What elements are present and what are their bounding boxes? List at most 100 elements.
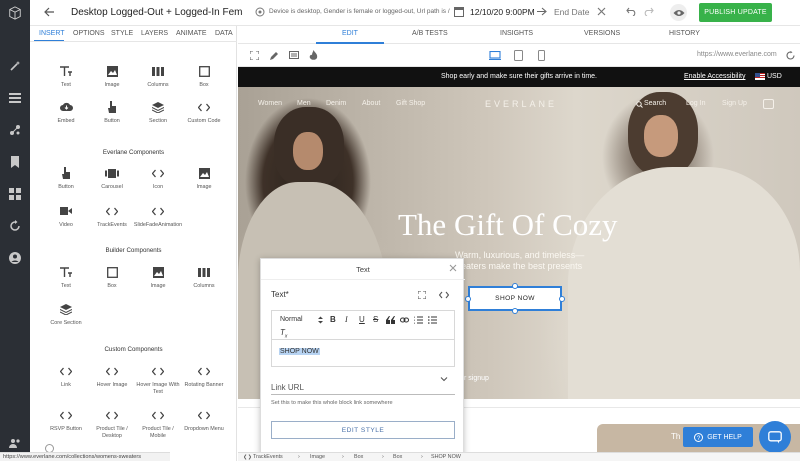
- nav-denim[interactable]: Denim: [326, 100, 346, 107]
- clear-date-icon[interactable]: [597, 7, 606, 16]
- end-date-field[interactable]: End Date: [554, 7, 589, 17]
- editor-content[interactable]: SHOP NOW: [279, 348, 320, 355]
- italic-icon[interactable]: I: [345, 315, 348, 324]
- get-help-button[interactable]: ? GET HELP: [683, 427, 753, 447]
- resize-handle-right[interactable]: [559, 296, 565, 302]
- hero-title[interactable]: The Gift Of Cozy: [398, 207, 618, 243]
- component-hover-image-with-text[interactable]: Hover Image With Text: [135, 364, 181, 396]
- tab-versions[interactable]: VERSIONS: [584, 30, 620, 37]
- nav-search[interactable]: Search: [644, 100, 666, 107]
- tab-history[interactable]: HISTORY: [669, 30, 700, 37]
- nav-men[interactable]: Men: [297, 100, 311, 107]
- tab-options[interactable]: OPTIONS: [73, 30, 105, 37]
- bold-icon[interactable]: B: [330, 315, 336, 324]
- component-link[interactable]: Link: [43, 364, 89, 389]
- chat-launcher-button[interactable]: [759, 421, 791, 453]
- component-section[interactable]: Section: [135, 100, 181, 125]
- start-date-field[interactable]: 12/10/20 9:00PM: [470, 7, 535, 17]
- team-icon[interactable]: [8, 436, 22, 450]
- tab-data[interactable]: DATA: [215, 30, 233, 37]
- keyboard-icon[interactable]: [289, 51, 299, 59]
- bookmark-icon[interactable]: [8, 155, 22, 169]
- undo-icon[interactable]: [626, 7, 637, 16]
- pencil-icon[interactable]: [270, 51, 279, 60]
- component-product-tile-mobile[interactable]: Product Tile / Mobile: [135, 408, 181, 440]
- preview-eye-icon[interactable]: [670, 4, 687, 21]
- nav-women[interactable]: Women: [258, 100, 282, 107]
- blockquote-icon[interactable]: [386, 316, 395, 324]
- extensions-icon[interactable]: [8, 187, 22, 201]
- component-track-events[interactable]: TrackEvents: [89, 204, 135, 229]
- component-columns[interactable]: Columns: [135, 64, 181, 89]
- desktop-view-icon[interactable]: [489, 51, 501, 60]
- component-custom-code[interactable]: Custom Code: [181, 100, 227, 125]
- component-icon[interactable]: Icon: [135, 166, 181, 191]
- rich-text-editor[interactable]: SHOP NOW: [271, 340, 455, 367]
- link-icon[interactable]: [400, 316, 409, 324]
- component-product-tile-desktop[interactable]: Product Tile / Desktop: [89, 408, 135, 440]
- clear-format-icon[interactable]: Tx: [280, 328, 287, 340]
- targeting-summary[interactable]: Device is desktop, Gender is female or l…: [269, 8, 450, 15]
- format-select[interactable]: Normal: [280, 316, 303, 323]
- magic-wand-icon[interactable]: [8, 59, 22, 73]
- component-dropdown-menu[interactable]: Dropdown Menu: [181, 408, 227, 433]
- ordered-list-icon[interactable]: [414, 316, 423, 324]
- accessibility-link[interactable]: Enable Accessibility: [684, 73, 745, 80]
- component-video[interactable]: Video: [43, 204, 89, 229]
- tab-style[interactable]: STYLE: [111, 30, 133, 37]
- tab-ab-tests[interactable]: A/B TESTS: [412, 30, 448, 37]
- breadcrumb-item[interactable]: Box: [354, 454, 363, 460]
- brand-logo[interactable]: EVERLANE: [485, 99, 557, 109]
- content-title[interactable]: Desktop Logged-Out + Logged-In Female I: [71, 7, 243, 18]
- breadcrumb-item[interactable]: TrackEvents: [253, 454, 283, 460]
- component-text[interactable]: Text: [43, 64, 89, 89]
- expand-editor-icon[interactable]: [418, 291, 426, 299]
- tab-insert[interactable]: INSERT: [39, 30, 65, 37]
- close-modal-icon[interactable]: [449, 264, 457, 272]
- tab-layers[interactable]: LAYERS: [141, 30, 168, 37]
- tab-edit[interactable]: EDIT: [342, 30, 358, 37]
- component-builder-columns[interactable]: Columns: [181, 265, 227, 290]
- account-icon[interactable]: [8, 251, 22, 265]
- redo-icon[interactable]: [643, 7, 654, 16]
- underline-icon[interactable]: U: [359, 315, 365, 324]
- tablet-view-icon[interactable]: [514, 50, 523, 61]
- component-slide-fade-animation[interactable]: SlideFadeAnimation: [130, 204, 186, 229]
- edit-style-button[interactable]: EDIT STYLE: [271, 421, 455, 439]
- sync-icon[interactable]: [8, 219, 22, 233]
- component-builder-image[interactable]: Image: [135, 265, 181, 290]
- breadcrumb-item-current[interactable]: SHOP NOW: [431, 454, 461, 460]
- list-icon[interactable]: [8, 91, 22, 105]
- component-button[interactable]: Button: [89, 100, 135, 125]
- code-view-icon[interactable]: [439, 291, 449, 299]
- connections-icon[interactable]: [8, 123, 22, 137]
- fire-icon[interactable]: [309, 50, 318, 61]
- search-icon[interactable]: [636, 101, 643, 108]
- component-core-section[interactable]: Core Section: [43, 302, 89, 327]
- component-rsvp-button[interactable]: RSVP Button: [43, 408, 89, 433]
- component-everlane-image[interactable]: Image: [181, 166, 227, 191]
- breadcrumb-item[interactable]: Box: [393, 454, 402, 460]
- currency-label[interactable]: USD: [767, 73, 782, 80]
- tab-animate[interactable]: ANIMATE: [176, 30, 207, 37]
- nav-about[interactable]: About: [362, 100, 380, 107]
- breadcrumb-item[interactable]: Image: [310, 454, 325, 460]
- link-url-input[interactable]: [271, 394, 455, 395]
- mobile-view-icon[interactable]: [538, 50, 545, 61]
- resize-handle-left[interactable]: [465, 296, 471, 302]
- resize-handle-bottom[interactable]: [512, 308, 518, 314]
- component-box[interactable]: Box: [181, 64, 227, 89]
- publish-update-button[interactable]: PUBLISH UPDATE: [699, 3, 772, 22]
- chevron-down-icon[interactable]: [440, 377, 448, 382]
- reload-icon[interactable]: [786, 51, 795, 60]
- strikethrough-icon[interactable]: S: [373, 315, 378, 324]
- component-rotating-banner[interactable]: Rotating Banner: [181, 364, 227, 389]
- nav-log-in[interactable]: Log In: [686, 100, 705, 107]
- component-embed[interactable]: Embed: [43, 100, 89, 125]
- preview-url[interactable]: https://www.everlane.com: [697, 51, 777, 58]
- back-arrow-icon[interactable]: [44, 7, 55, 17]
- component-builder-text[interactable]: Text: [43, 265, 89, 290]
- resize-handle-top[interactable]: [512, 283, 518, 289]
- hero-subtitle-line2[interactable]: sweaters make the best presents: [450, 261, 582, 272]
- component-hover-image[interactable]: Hover Image: [89, 364, 135, 389]
